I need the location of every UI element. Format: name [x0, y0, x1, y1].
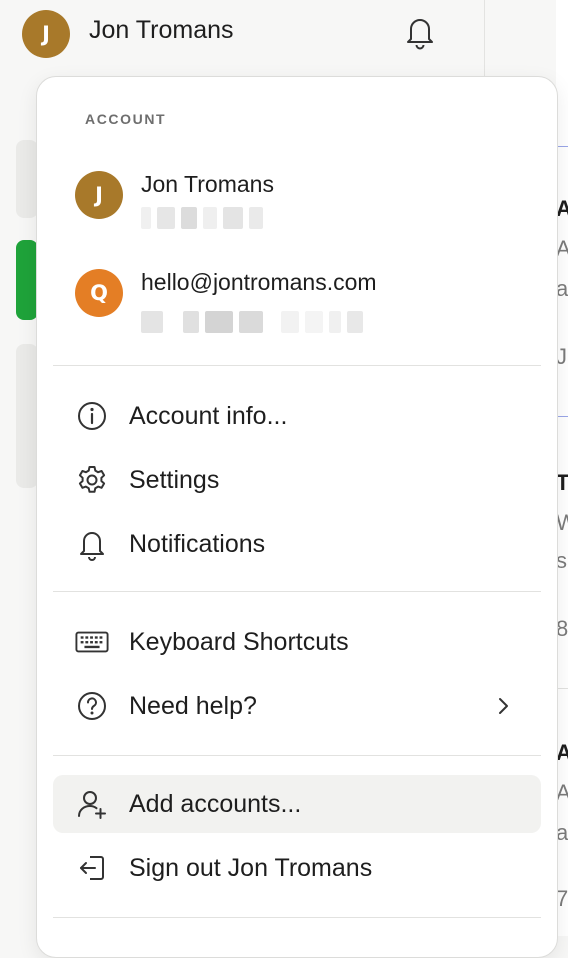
account-row-hello[interactable]: Q hello@jontromans.com: [37, 269, 557, 359]
chevron-right-icon: [491, 694, 515, 718]
menu-item-need-help[interactable]: Need help?: [53, 677, 541, 735]
divider: [53, 591, 541, 592]
account-name: hello@jontromans.com: [141, 269, 377, 295]
menu-item-add-accounts[interactable]: Add accounts...: [53, 775, 541, 833]
gear-icon: [75, 463, 109, 497]
bell-icon[interactable]: [402, 12, 438, 52]
menu-item-label: Sign out Jon Tromans: [129, 853, 373, 882]
menu-item-label: Account info...: [129, 401, 288, 430]
menu-item-keyboard-shortcuts[interactable]: Keyboard Shortcuts: [53, 613, 541, 671]
avatar: J: [75, 171, 123, 219]
divider: [53, 917, 541, 918]
top-user-bar: J Jon Tromans: [0, 0, 484, 70]
menu-item-sign-out[interactable]: Sign out Jon Tromans: [53, 839, 541, 897]
avatar[interactable]: J: [22, 10, 70, 58]
keyboard-icon: [75, 625, 109, 659]
background-chip: [16, 140, 38, 218]
menu-item-account-info[interactable]: Account info...: [53, 387, 541, 445]
menu-item-notifications[interactable]: Notifications: [53, 515, 541, 573]
account-row-jon[interactable]: J Jon Tromans: [37, 171, 557, 261]
divider: [53, 755, 541, 756]
info-icon: [75, 399, 109, 433]
avatar: Q: [75, 269, 123, 317]
account-name: Jon Tromans: [141, 171, 274, 197]
account-menu: ACCOUNT J Jon Tromans Q hello@jontromans…: [36, 76, 558, 958]
menu-item-label: Settings: [129, 465, 220, 494]
menu-item-label: Notifications: [129, 529, 266, 558]
section-label-account: ACCOUNT: [85, 111, 167, 127]
background-chip: [16, 344, 38, 488]
user-name[interactable]: Jon Tromans: [89, 16, 234, 45]
menu-item-label: Need help?: [129, 691, 257, 720]
background-chip-active: [16, 240, 38, 320]
question-icon: [75, 689, 109, 723]
divider: [53, 365, 541, 366]
add-user-icon: [75, 787, 109, 821]
redacted-text: [141, 311, 363, 333]
menu-item-label: Keyboard Shortcuts: [129, 627, 349, 656]
bell-icon: [75, 527, 109, 561]
redacted-text: [141, 207, 263, 229]
sign-out-icon: [75, 851, 109, 885]
menu-item-label: Add accounts...: [129, 789, 302, 818]
panel-divider: [484, 0, 485, 78]
menu-item-settings[interactable]: Settings: [53, 451, 541, 509]
